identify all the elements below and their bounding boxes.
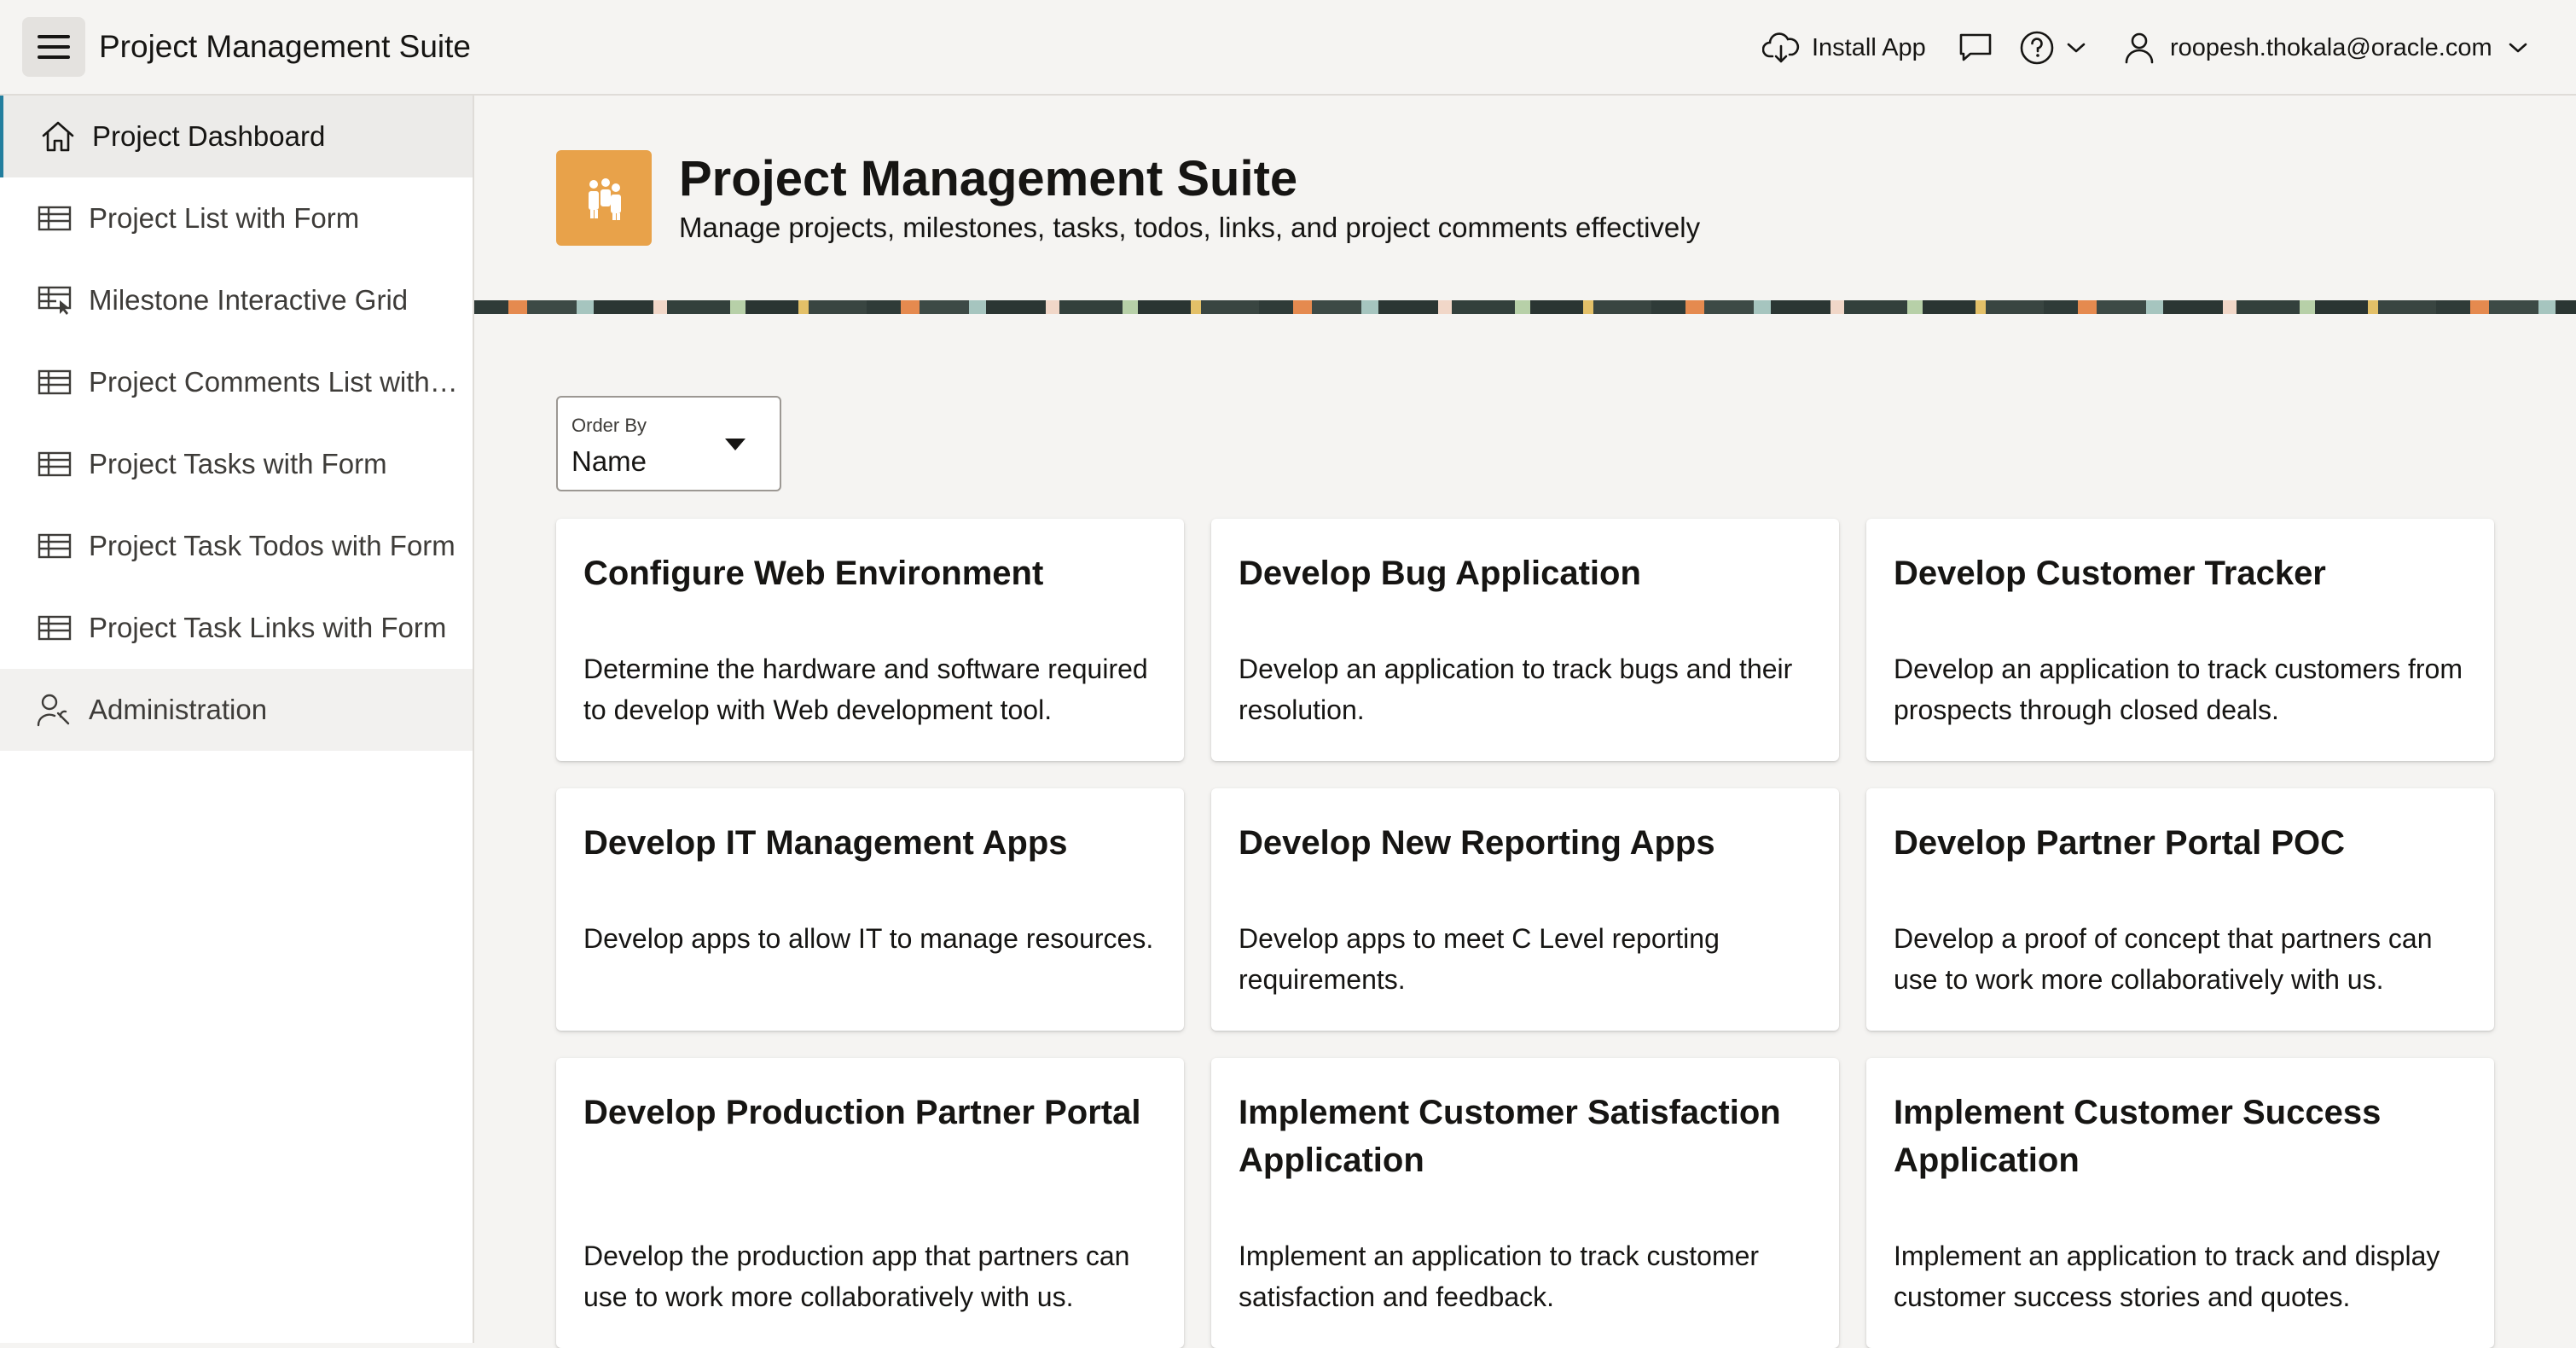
project-card[interactable]: Develop Customer Tracker Develop an appl… bbox=[1866, 519, 2494, 761]
hamburger-icon bbox=[38, 35, 70, 38]
sidebar-item-label: Project List with Form bbox=[89, 202, 360, 234]
interactive-grid-icon bbox=[36, 282, 73, 319]
card-title: Develop Partner Portal POC bbox=[1894, 824, 2346, 862]
sidebar-item-task-links[interactable]: Project Task Links with Form bbox=[0, 587, 473, 669]
app-header: Project Management Suite Install App roo… bbox=[0, 0, 2576, 96]
page-subtitle: Manage projects, milestones, tasks, todo… bbox=[679, 212, 1701, 243]
page-hero: Project Management Suite Manage projects… bbox=[474, 96, 2576, 300]
card-description: Develop a proof of concept that partners… bbox=[1894, 923, 2433, 995]
wrench-user-icon bbox=[36, 691, 73, 729]
sidebar-item-label: Project Task Links with Form bbox=[89, 612, 447, 643]
table-icon bbox=[36, 527, 73, 565]
install-app-label: Install App bbox=[1812, 33, 1926, 61]
card-title: Develop Customer Tracker bbox=[1894, 555, 2326, 592]
hamburger-icon-line bbox=[38, 55, 70, 59]
table-icon bbox=[36, 445, 73, 483]
help-circle-icon bbox=[2020, 31, 2054, 65]
dropdown-caret-icon bbox=[725, 439, 746, 450]
card-title: Implement Customer Success Application bbox=[1894, 1094, 2382, 1179]
project-card[interactable]: Implement Customer Success Application I… bbox=[1866, 1058, 2494, 1348]
card-description: Develop apps to meet C Level reporting r… bbox=[1239, 923, 1720, 995]
project-card[interactable]: Implement Customer Satisfaction Applicat… bbox=[1211, 1058, 1839, 1348]
sidebar-item-label: Milestone Interactive Grid bbox=[89, 284, 409, 316]
card-title: Develop New Reporting Apps bbox=[1239, 824, 1715, 862]
card-title: Develop Production Partner Portal bbox=[583, 1094, 1141, 1131]
card-description: Develop an application to track bugs and… bbox=[1239, 654, 1793, 725]
project-card[interactable]: Configure Web Environment Determine the … bbox=[556, 519, 1184, 761]
table-icon bbox=[36, 200, 73, 237]
hamburger-icon-line bbox=[38, 45, 70, 49]
card-title: Develop IT Management Apps bbox=[583, 824, 1068, 862]
sidebar-item-project-dashboard[interactable]: Project Dashboard bbox=[0, 96, 473, 177]
card-description: Develop the production app that partners… bbox=[583, 1241, 1130, 1312]
sidebar-item-project-tasks[interactable]: Project Tasks with Form bbox=[0, 423, 473, 505]
project-card[interactable]: Develop Bug Application Develop an appli… bbox=[1211, 519, 1839, 761]
sidebar-item-task-todos[interactable]: Project Task Todos with Form bbox=[0, 505, 473, 587]
card-title: Implement Customer Satisfaction Applicat… bbox=[1239, 1094, 1781, 1179]
cloud-download-icon bbox=[1762, 32, 1800, 63]
sidebar-item-label: Project Comments List with Form bbox=[89, 366, 464, 398]
sidebar-item-milestone-grid[interactable]: Milestone Interactive Grid bbox=[0, 259, 473, 341]
app-title[interactable]: Project Management Suite bbox=[99, 29, 471, 65]
card-description: Implement an application to track custom… bbox=[1239, 1241, 1760, 1312]
sidebar-item-label: Project Dashboard bbox=[92, 120, 326, 152]
card-title: Develop Bug Application bbox=[1239, 555, 1641, 592]
sidebar-item-project-comments[interactable]: Project Comments List with Form bbox=[0, 341, 473, 423]
home-icon bbox=[39, 118, 77, 155]
chevron-down-icon bbox=[2067, 43, 2086, 53]
chevron-down-icon bbox=[2509, 43, 2527, 53]
user-name-label: roopesh.thokala@oracle.com bbox=[2170, 33, 2492, 61]
sidebar-item-label: Administration bbox=[89, 694, 268, 725]
card-description: Develop an application to track customer… bbox=[1894, 654, 2463, 725]
table-icon bbox=[36, 609, 73, 647]
project-card[interactable]: Develop Production Partner Portal Develo… bbox=[556, 1058, 1184, 1348]
card-description: Develop apps to allow IT to manage resou… bbox=[583, 923, 1154, 954]
card-description: Determine the hardware and software re­q… bbox=[583, 654, 1148, 725]
table-icon bbox=[36, 363, 73, 401]
card-title: Configure Web Environment bbox=[583, 555, 1044, 592]
decorative-banner bbox=[474, 300, 2576, 314]
install-app-button[interactable]: Install App bbox=[1762, 0, 1926, 96]
feedback-button[interactable] bbox=[1957, 0, 1994, 96]
order-by-label: Order By bbox=[571, 415, 647, 436]
project-card[interactable]: Develop Partner Portal POC Develop a pro… bbox=[1866, 788, 2494, 1031]
card-description: Implement an application to track and di… bbox=[1894, 1241, 2440, 1312]
people-group-icon bbox=[556, 150, 652, 246]
project-card[interactable]: Develop New Reporting Apps Develop apps … bbox=[1211, 788, 1839, 1031]
sidebar-item-label: Project Task Todos with Form bbox=[89, 530, 455, 561]
help-menu-button[interactable] bbox=[2018, 0, 2086, 96]
order-by-value: Name bbox=[571, 445, 647, 477]
page-title: Project Management Suite bbox=[679, 151, 1298, 206]
side-navigation: Project Dashboard Project List with Form… bbox=[0, 96, 474, 1343]
sidebar-item-project-list[interactable]: Project List with Form bbox=[0, 177, 473, 259]
project-card[interactable]: Develop IT Management Apps Develop apps … bbox=[556, 788, 1184, 1031]
user-icon bbox=[2125, 32, 2154, 64]
order-by-select[interactable]: Order By Name bbox=[556, 396, 781, 491]
user-menu-button[interactable]: roopesh.thokala@oracle.com bbox=[2124, 0, 2528, 96]
sidebar-item-label: Project Tasks with Form bbox=[89, 448, 387, 479]
chat-bubble-icon bbox=[1959, 33, 1992, 61]
menu-toggle-button[interactable] bbox=[22, 17, 85, 77]
sidebar-item-administration[interactable]: Administration bbox=[0, 669, 473, 751]
